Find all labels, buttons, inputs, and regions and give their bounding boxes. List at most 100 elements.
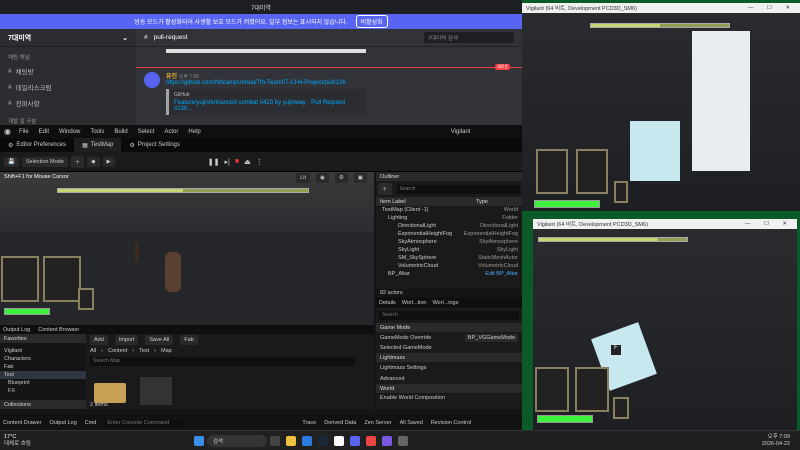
pause-icon[interactable]: ❚❚: [208, 158, 220, 166]
vs-icon[interactable]: [381, 435, 392, 446]
window-controls[interactable]: — ☐ ✕: [745, 221, 793, 227]
folder-characters[interactable]: Characters: [0, 355, 86, 363]
outliner-search[interactable]: Search: [396, 184, 520, 194]
add-icon[interactable]: ＋: [378, 183, 392, 195]
tab-world-settings[interactable]: Worl...ings: [432, 300, 458, 306]
outliner-row[interactable]: SkyLight SkyLight: [376, 246, 522, 254]
favorites[interactable]: Favorites: [0, 334, 86, 343]
content-drawer-button[interactable]: Content Drawer: [3, 420, 42, 426]
edge-icon[interactable]: [301, 435, 312, 446]
col-item-label[interactable]: Item Label: [380, 199, 406, 205]
task-view-icon[interactable]: [269, 435, 280, 446]
eject-icon[interactable]: ⏏: [244, 158, 251, 166]
file-explorer-icon[interactable]: [285, 435, 296, 446]
section-world[interactable]: World: [376, 384, 522, 393]
outliner-row[interactable]: BP_Altar Edit BP_Altar: [376, 270, 522, 278]
section-lightmass[interactable]: Lightmass: [376, 353, 522, 362]
disable-button[interactable]: 비활성화: [355, 15, 388, 28]
menu-edit[interactable]: Edit: [39, 129, 49, 135]
clock[interactable]: 오후 7:09 2026-04-22: [762, 434, 790, 448]
outliner-row[interactable]: DirectionalLight DirectionalLight: [376, 222, 522, 230]
add-actor-button[interactable]: ＋: [70, 155, 85, 168]
more-icon[interactable]: ⋮: [256, 158, 263, 166]
tab-testmap[interactable]: ▦ TestMap: [74, 138, 122, 152]
tab-details[interactable]: Details: [379, 300, 396, 306]
zen-server-button[interactable]: Zen Server: [364, 420, 391, 426]
project-root[interactable]: Vigilant: [0, 347, 86, 355]
message-link[interactable]: https://github.com/NbcampUnreal/7th-Team…: [166, 80, 512, 86]
tab-world-partition[interactable]: Worl...tion: [402, 300, 427, 306]
details-search[interactable]: Search: [379, 311, 519, 320]
import-button[interactable]: Import: [114, 335, 139, 345]
level-viewport[interactable]: Shift+F1 for Mouse Cursor Lit ◉ ⚙ ▣: [0, 172, 374, 325]
window-controls[interactable]: — ☐ ✕: [748, 5, 796, 11]
folder-test[interactable]: Test: [0, 371, 86, 379]
enable-world-composition[interactable]: Enable World Composition: [376, 393, 522, 403]
fab-button[interactable]: Fab: [180, 335, 198, 345]
tab-project-settings[interactable]: ⚙ Project Settings: [121, 138, 187, 152]
windows-start-icon[interactable]: [193, 435, 204, 446]
skip-icon[interactable]: ▸|: [225, 158, 230, 166]
selected-gamemode[interactable]: Selected GameMode: [376, 343, 522, 353]
col-type[interactable]: Type: [476, 199, 488, 205]
stop-icon[interactable]: ■: [235, 158, 239, 165]
gm-override-dropdown[interactable]: BP_VGGameMode: [464, 333, 518, 342]
outliner-row[interactable]: Lighting Folder: [376, 214, 522, 222]
collections[interactable]: Collections: [0, 400, 86, 409]
lightmass-settings[interactable]: Lightmass Settings: [376, 362, 522, 373]
sequence-button[interactable]: ▶: [102, 156, 115, 167]
server-header[interactable]: 7대미역 ⌄: [0, 29, 136, 47]
map-asset-thumbnail[interactable]: [140, 377, 172, 405]
channel-item-0[interactable]: # 채팅방: [0, 63, 136, 79]
save-icon[interactable]: 💾: [4, 156, 19, 167]
save-all-button[interactable]: Save All: [145, 335, 174, 345]
camera-button[interactable]: ◉: [316, 173, 329, 183]
discord-icon[interactable]: [349, 435, 360, 446]
taskbar-search[interactable]: 검색: [206, 434, 267, 447]
derived-data-button[interactable]: Derived Data: [324, 420, 356, 426]
crumb-all[interactable]: All: [90, 348, 96, 354]
folder-icon[interactable]: [94, 383, 126, 403]
outliner-row[interactable]: TestMap (Client -1) World: [376, 206, 522, 214]
cmd-dropdown[interactable]: Cmd: [85, 420, 97, 426]
outliner-row[interactable]: ExponentialHeightFog ExponentialHeightFog: [376, 230, 522, 238]
settings-button[interactable]: ⚙: [334, 173, 348, 183]
trace-button[interactable]: Trace: [302, 420, 316, 426]
outliner-row[interactable]: VolumetricCloud VolumetricCloud: [376, 262, 522, 270]
console-input[interactable]: Enter Console Command: [104, 418, 185, 427]
chrome-icon[interactable]: [365, 435, 376, 446]
blueprint-button[interactable]: ◆: [87, 156, 100, 167]
game-viewport[interactable]: [533, 229, 797, 430]
crumb-content[interactable]: Content: [108, 348, 127, 354]
selection-mode-button[interactable]: Selection Mode: [21, 156, 68, 167]
steam-icon[interactable]: [317, 435, 328, 446]
all-saved-button[interactable]: All Saved: [400, 420, 423, 426]
tab-output-log[interactable]: Output Log: [3, 327, 30, 333]
embed-title[interactable]: Feature/yujin/enhanced combat 0420 by yu…: [174, 100, 361, 112]
weather-widget[interactable]: 17°C 대체로 흐림: [4, 434, 31, 448]
tab-content-browser[interactable]: Content Browser: [38, 327, 79, 333]
folder-fab[interactable]: Fab: [0, 363, 86, 371]
unreal-icon[interactable]: [333, 435, 344, 446]
outliner-row[interactable]: SkyAtmosphere SkyAtmosphere: [376, 238, 522, 246]
menu-actor[interactable]: Actor: [164, 129, 178, 135]
menu-help[interactable]: Help: [188, 129, 200, 135]
menu-build[interactable]: Build: [114, 129, 127, 135]
output-log-button[interactable]: Output Log: [50, 420, 77, 426]
revision-control-button[interactable]: Revision Control: [431, 420, 471, 426]
search-input[interactable]: 7대미역 검색: [424, 32, 514, 43]
avatar[interactable]: [144, 72, 160, 88]
search-map-input[interactable]: Search Map: [90, 357, 355, 366]
crumb-test[interactable]: Test: [139, 348, 149, 354]
folder-blueprint[interactable]: Blueprint: [0, 379, 86, 387]
app-icon[interactable]: [397, 435, 408, 446]
menu-select[interactable]: Select: [138, 129, 155, 135]
folder-fx[interactable]: FX: [0, 387, 86, 395]
layout-button[interactable]: ▣: [353, 173, 367, 183]
tab-editor-preferences[interactable]: ⚙ Editor Preferences: [0, 138, 74, 152]
menu-window[interactable]: Window: [59, 129, 80, 135]
add-button[interactable]: Add: [90, 335, 108, 345]
outliner-row[interactable]: SM_SkySphere StaticMeshActor: [376, 254, 522, 262]
section-game-mode[interactable]: Game Mode: [376, 323, 522, 332]
crumb-map[interactable]: Map: [161, 348, 172, 354]
